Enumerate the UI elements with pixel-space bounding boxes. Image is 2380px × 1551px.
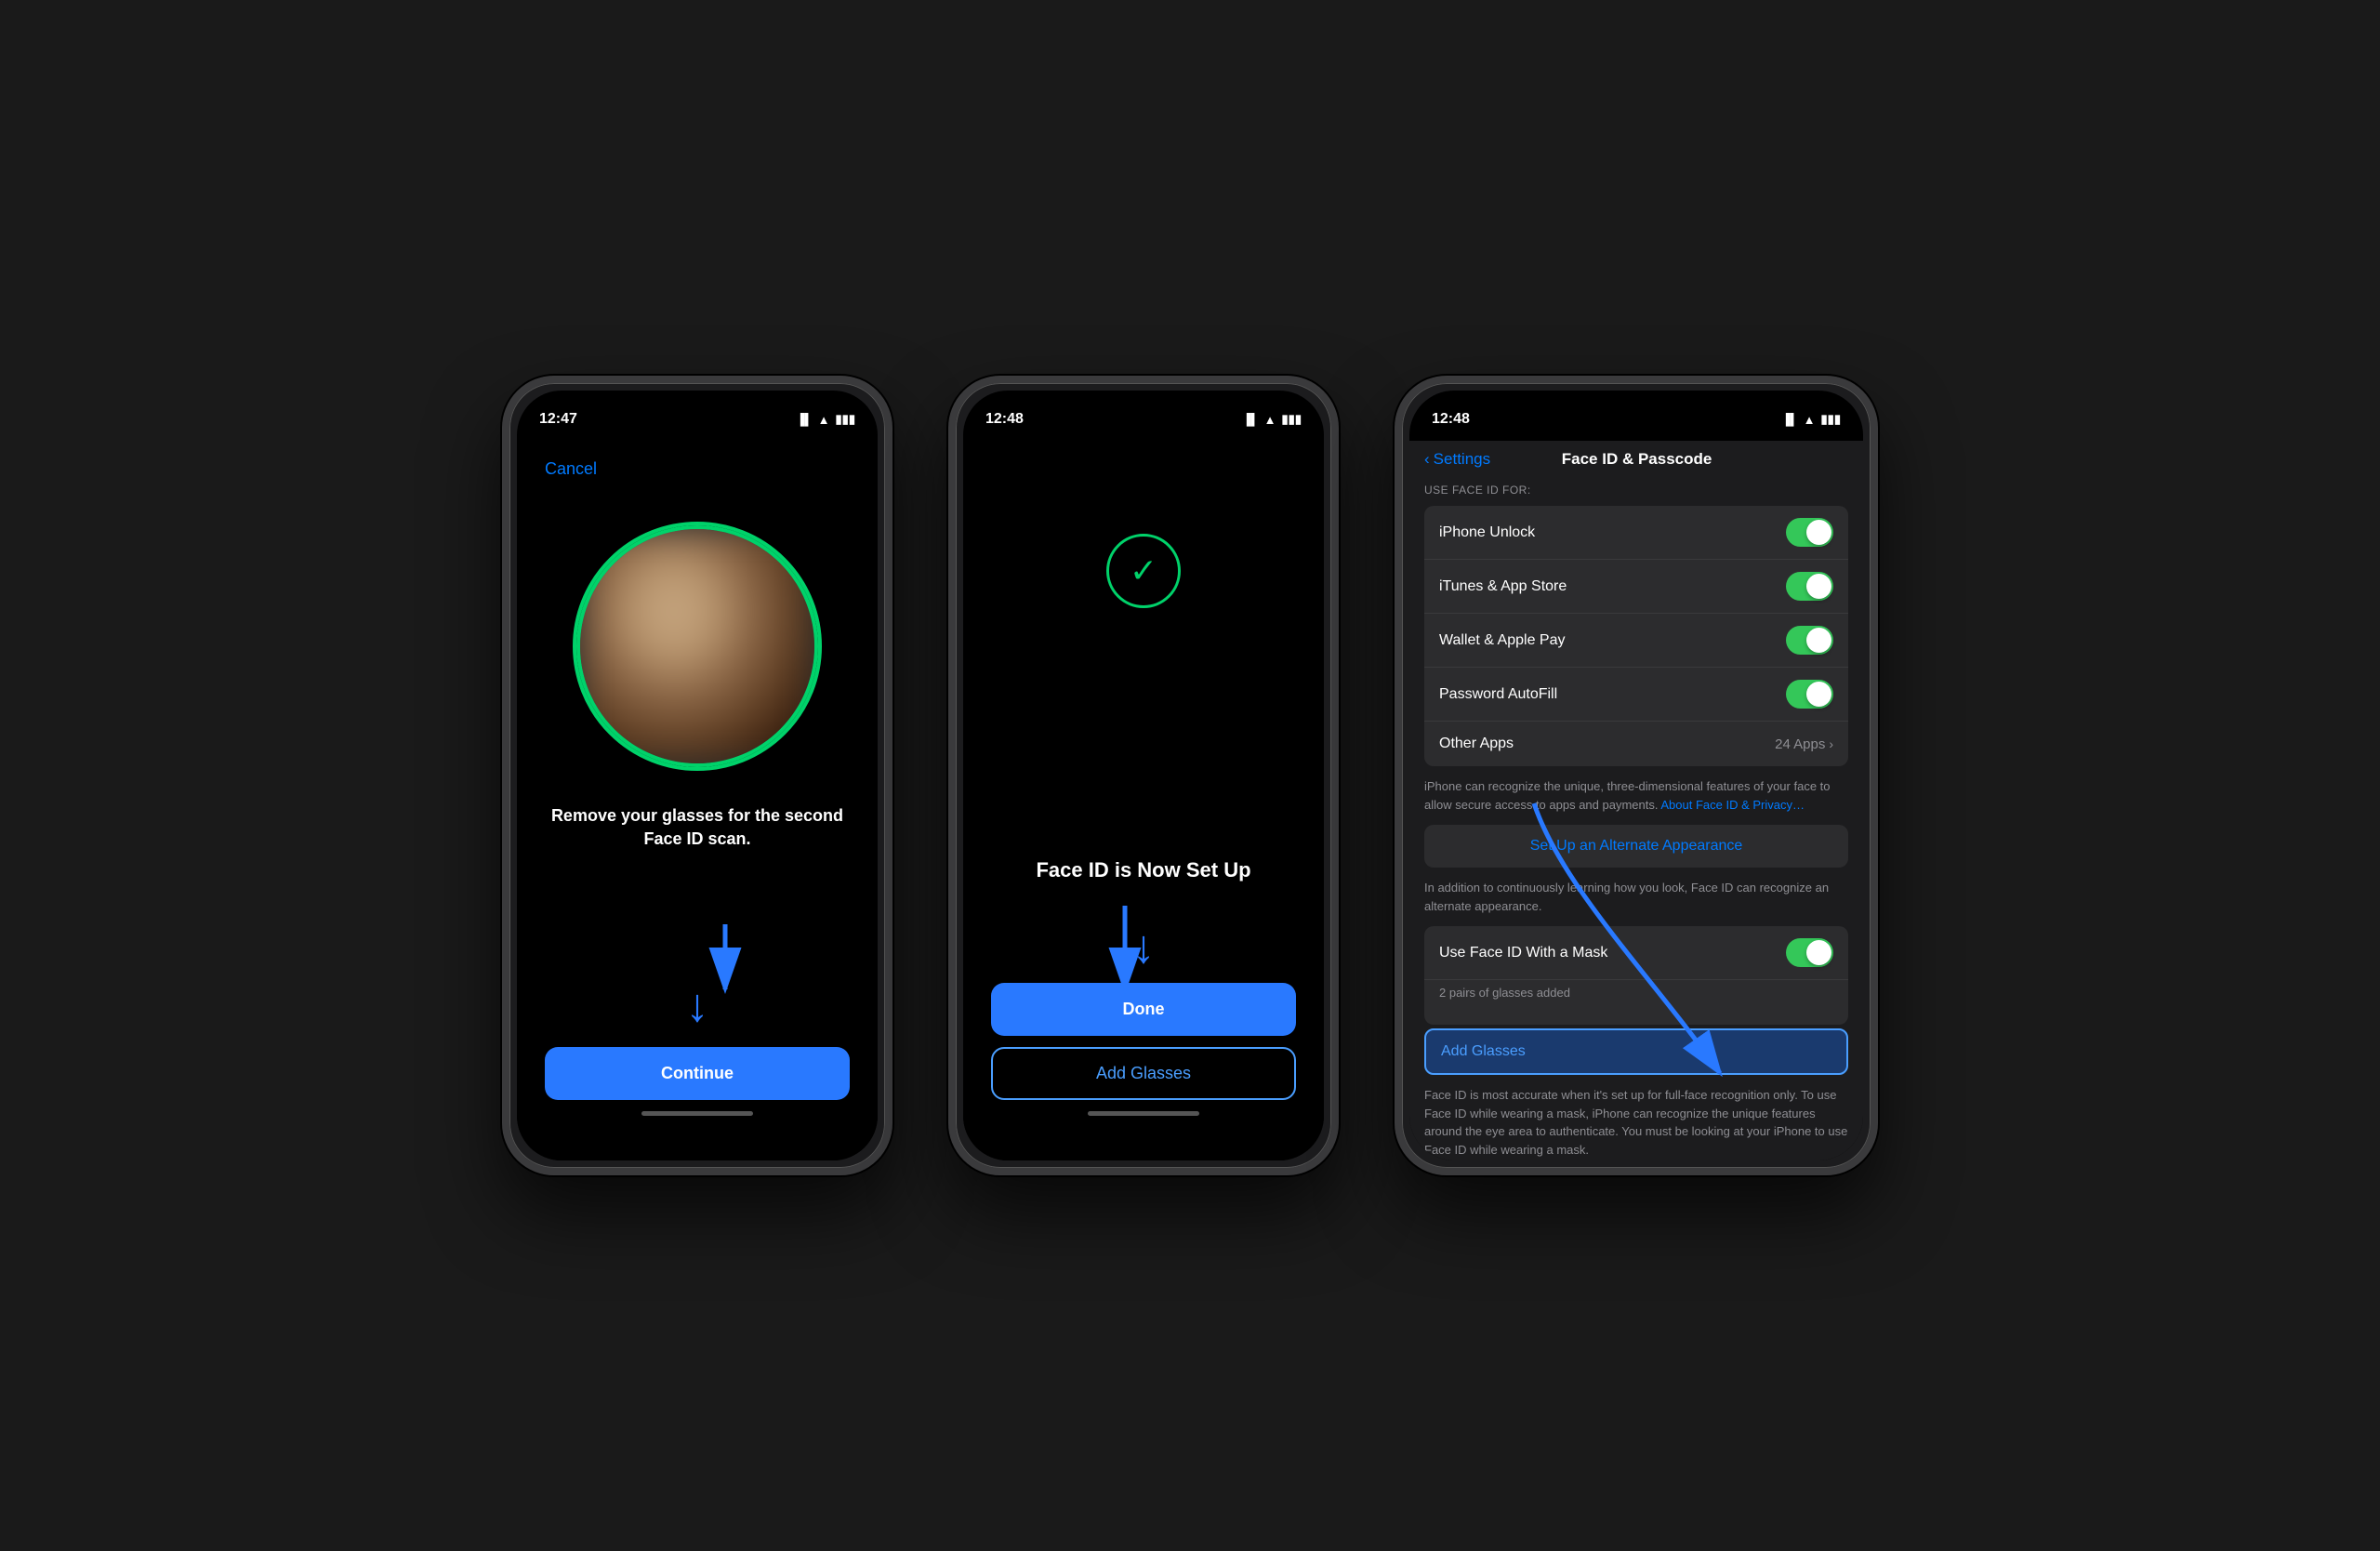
wifi-icon-1: ▲ [818, 413, 830, 427]
battery-icon-2: ▮▮▮ [1282, 412, 1302, 427]
home-indicator-2 [1088, 1111, 1199, 1116]
down-arrow-1: ↓ [686, 982, 709, 1028]
other-apps-label: Other Apps [1439, 736, 1775, 752]
phone-1: 12:47 ▐▌ ▲ ▮▮▮ Cancel Remove [502, 376, 892, 1175]
wallet-applepay-label: Wallet & Apple Pay [1439, 632, 1786, 649]
glasses-note: 2 pairs of glasses added [1439, 986, 1570, 1000]
battery-icon-1: ▮▮▮ [836, 412, 855, 427]
about-face-id-link[interactable]: About Face ID & Privacy… [1660, 798, 1805, 812]
phone1-content: Cancel Remove your glasses for the secon… [517, 441, 878, 1160]
other-apps-chevron-icon: › [1829, 736, 1833, 751]
face-id-description: iPhone can recognize the unique, three-d… [1409, 770, 1863, 821]
other-apps-row[interactable]: Other Apps 24 Apps › [1424, 722, 1848, 766]
mask-description: Face ID is most accurate when it's set u… [1409, 1079, 1863, 1160]
battery-icon-3: ▮▮▮ [1821, 412, 1841, 427]
back-button[interactable]: ‹ Settings [1424, 450, 1490, 469]
glasses-note-row: 2 pairs of glasses added [1424, 980, 1848, 1025]
checkmark-icon: ✓ [1130, 554, 1157, 588]
wallet-applepay-row[interactable]: Wallet & Apple Pay [1424, 614, 1848, 668]
itunes-appstore-toggle[interactable] [1786, 572, 1833, 601]
use-face-id-mask-label: Use Face ID With a Mask [1439, 945, 1786, 961]
cancel-button[interactable]: Cancel [545, 459, 597, 479]
password-autofill-row[interactable]: Password AutoFill [1424, 668, 1848, 722]
setup-complete-text: Face ID is Now Set Up [1036, 858, 1250, 882]
nav-bar: ‹ Settings Face ID & Passcode [1409, 441, 1863, 476]
iphone-unlock-row[interactable]: iPhone Unlock [1424, 506, 1848, 560]
status-icons-2: ▐▌ ▲ ▮▮▮ [1243, 412, 1302, 427]
phone-3-inner: 12:48 ▐▌ ▲ ▮▮▮ ‹ Settings Face ID & Pass… [1409, 391, 1863, 1160]
mask-group: Use Face ID With a Mask 2 pairs of glass… [1424, 926, 1848, 1025]
time-2: 12:48 [985, 411, 1024, 428]
phone-2-inner: 12:48 ▐▌ ▲ ▮▮▮ ✓ Face ID is Now Set Up ↓… [963, 391, 1324, 1160]
signal-icon-2: ▐▌ [1243, 413, 1259, 426]
continue-button[interactable]: Continue [545, 1047, 850, 1100]
time-3: 12:48 [1432, 411, 1470, 428]
iphone-unlock-label: iPhone Unlock [1439, 524, 1786, 541]
password-autofill-label: Password AutoFill [1439, 686, 1786, 703]
phones-wrapper: 12:47 ▐▌ ▲ ▮▮▮ Cancel Remove [502, 376, 1878, 1175]
phone3-content: ‹ Settings Face ID & Passcode USE FACE I… [1409, 441, 1863, 1160]
add-glasses-label: Add Glasses [1441, 1043, 1526, 1059]
down-arrow-2: ↓ [1132, 920, 1156, 974]
instruction-text: Remove your glasses for the second Face … [545, 804, 850, 851]
phone-1-inner: 12:47 ▐▌ ▲ ▮▮▮ Cancel Remove [517, 391, 878, 1160]
alternate-appearance-row[interactable]: Set Up an Alternate Appearance [1424, 825, 1848, 868]
password-autofill-toggle[interactable] [1786, 680, 1833, 709]
checkmark-circle: ✓ [1106, 534, 1181, 608]
add-glasses-button-2[interactable]: Add Glasses [991, 1047, 1296, 1100]
phone-3: 12:48 ▐▌ ▲ ▮▮▮ ‹ Settings Face ID & Pass… [1395, 376, 1878, 1175]
alternate-appearance-label: Set Up an Alternate Appearance [1530, 838, 1743, 854]
dynamic-island-3 [1585, 404, 1687, 431]
alternate-appearance-description: In addition to continuously learning how… [1409, 871, 1863, 922]
use-face-id-group: iPhone Unlock iTunes & App Store Wallet … [1424, 506, 1848, 766]
itunes-appstore-label: iTunes & App Store [1439, 578, 1786, 595]
mask-toggle[interactable] [1786, 938, 1833, 967]
nav-title: Face ID & Passcode [1490, 450, 1783, 469]
face-circle-container [576, 525, 818, 767]
use-face-id-mask-row[interactable]: Use Face ID With a Mask [1424, 926, 1848, 980]
other-apps-count: 24 Apps [1775, 736, 1825, 752]
back-chevron-icon: ‹ [1424, 450, 1430, 469]
signal-icon-1: ▐▌ [797, 413, 813, 426]
dynamic-island-2 [1092, 404, 1195, 431]
dynamic-island-1 [646, 404, 748, 431]
wifi-icon-3: ▲ [1804, 413, 1816, 427]
signal-icon-3: ▐▌ [1782, 413, 1798, 426]
add-glasses-highlighted-row[interactable]: Add Glasses [1424, 1028, 1848, 1075]
wallet-applepay-toggle[interactable] [1786, 626, 1833, 655]
section-header: USE FACE ID FOR: [1409, 476, 1863, 502]
phone2-content: ✓ Face ID is Now Set Up ↓ Done Add Glass… [963, 441, 1324, 1160]
back-label: Settings [1434, 450, 1490, 469]
status-icons-1: ▐▌ ▲ ▮▮▮ [797, 412, 855, 427]
scene: 12:47 ▐▌ ▲ ▮▮▮ Cancel Remove [0, 0, 2380, 1551]
settings-scroll: USE FACE ID FOR: iPhone Unlock iTunes & … [1409, 476, 1863, 1160]
face-guide-ring [573, 522, 822, 771]
status-icons-3: ▐▌ ▲ ▮▮▮ [1782, 412, 1841, 427]
iphone-unlock-toggle[interactable] [1786, 518, 1833, 547]
itunes-appstore-row[interactable]: iTunes & App Store [1424, 560, 1848, 614]
phone-2: 12:48 ▐▌ ▲ ▮▮▮ ✓ Face ID is Now Set Up ↓… [948, 376, 1339, 1175]
done-button[interactable]: Done [991, 983, 1296, 1036]
time-1: 12:47 [539, 411, 577, 428]
home-indicator-1 [641, 1111, 753, 1116]
wifi-icon-2: ▲ [1264, 413, 1276, 427]
